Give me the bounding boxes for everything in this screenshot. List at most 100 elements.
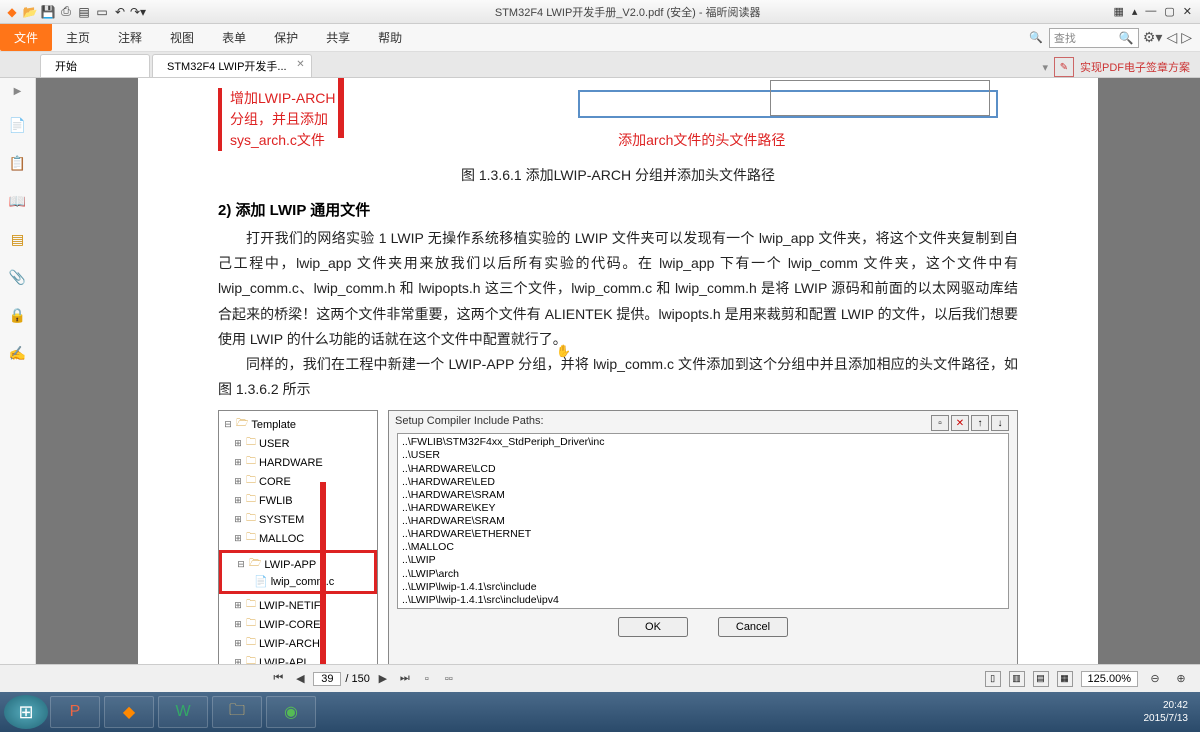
- include-path[interactable]: ..\LWIP: [402, 554, 1004, 567]
- include-path[interactable]: ..\MALLOC: [402, 541, 1004, 554]
- ok-button[interactable]: OK: [618, 617, 688, 637]
- cancel-button[interactable]: Cancel: [718, 617, 788, 637]
- nav-next-icon[interactable]: ▷: [1181, 29, 1192, 46]
- expand-icon[interactable]: ▶: [14, 86, 22, 97]
- include-path[interactable]: ..\HARDWARE\LED: [402, 476, 1004, 489]
- print-icon[interactable]: ⎙: [58, 4, 74, 20]
- tree-item[interactable]: ⊞🗀SYSTEM: [221, 510, 375, 529]
- open-icon[interactable]: 📂: [22, 4, 38, 20]
- tree-item[interactable]: ⊞🗀CORE: [221, 472, 375, 491]
- tab-document[interactable]: STM32F4 LWIP开发手...✕: [152, 54, 312, 77]
- signature-link[interactable]: 实现PDF电子签章方案: [1080, 59, 1190, 75]
- attach-tool-icon[interactable]: 📎: [8, 267, 28, 287]
- view-mode-2-icon[interactable]: ▫▫: [440, 670, 458, 688]
- move-up-icon[interactable]: ↑: [971, 415, 989, 431]
- minimize-icon[interactable]: —: [1145, 5, 1156, 18]
- search-tool-icon[interactable]: 🔍: [1027, 29, 1045, 47]
- lock-tool-icon[interactable]: 🔒: [8, 305, 28, 325]
- dropdown-icon[interactable]: ▾: [1042, 61, 1048, 74]
- include-path[interactable]: ..\LWIP\arch: [402, 568, 1004, 581]
- include-path[interactable]: ..\HARDWARE\ETHERNET: [402, 528, 1004, 541]
- undo-icon[interactable]: ↶: [112, 4, 128, 20]
- view-mode-1-icon[interactable]: ▫: [418, 670, 436, 688]
- tray-time: 20:42: [1144, 699, 1189, 712]
- tree-item[interactable]: ⊞🗀HARDWARE: [221, 453, 375, 472]
- redo-icon[interactable]: ↷▾: [130, 4, 146, 20]
- prev-page-icon[interactable]: ◀: [291, 670, 309, 688]
- copy-tool-icon[interactable]: 📋: [8, 153, 28, 173]
- menu-help[interactable]: 帮助: [364, 29, 416, 46]
- close-icon[interactable]: ✕: [1183, 5, 1192, 18]
- layout-3-icon[interactable]: ▤: [1033, 671, 1049, 687]
- doc-icon[interactable]: ▤: [76, 4, 92, 20]
- include-path[interactable]: ..\USER: [402, 449, 1004, 462]
- file-menu[interactable]: 文件: [0, 24, 52, 51]
- task-explorer[interactable]: 🗀: [212, 696, 262, 728]
- tree-item[interactable]: ⊞🗀LWIP-API: [221, 653, 375, 664]
- tree-item[interactable]: ⊞🗀LWIP-CORE: [221, 615, 375, 634]
- task-foxit[interactable]: ◆: [104, 696, 154, 728]
- include-path[interactable]: ..\LWIP\lwip-1.4.1\src\include\ipv4: [402, 594, 1004, 607]
- red-marker: [338, 78, 344, 138]
- grid-icon[interactable]: ▦: [1113, 5, 1123, 18]
- search-input[interactable]: 查找 🔍: [1049, 28, 1139, 48]
- tree-item[interactable]: ⊞🗀FWLIB: [221, 491, 375, 510]
- save-icon[interactable]: 💾: [40, 4, 56, 20]
- zoom-in-icon[interactable]: ⊕: [1172, 670, 1190, 688]
- ribbon-toggle-icon[interactable]: ▴: [1132, 5, 1138, 18]
- zoom-out-icon[interactable]: ⊖: [1146, 670, 1164, 688]
- settings-icon[interactable]: ⚙▾: [1143, 29, 1163, 46]
- nav-prev-icon[interactable]: ◁: [1166, 29, 1177, 46]
- tree-item[interactable]: ⊞🗀MALLOC: [221, 529, 375, 548]
- menu-share[interactable]: 共享: [312, 29, 364, 46]
- layout-1-icon[interactable]: ▯: [985, 671, 1001, 687]
- include-path[interactable]: ..\HARDWARE\LCD: [402, 463, 1004, 476]
- tree-lwip-app[interactable]: ⊟🗁LWIP-APP: [224, 555, 372, 574]
- tree-file[interactable]: 📄lwip_comm.c: [224, 574, 372, 589]
- include-list[interactable]: ..\FWLIB\STM32F4xx_StdPeriph_Driver\inc.…: [397, 433, 1009, 609]
- menu-protect[interactable]: 保护: [260, 29, 312, 46]
- tree-root[interactable]: ⊟🗁Template: [221, 415, 375, 434]
- start-button[interactable]: ⊞: [4, 695, 48, 729]
- menu-home[interactable]: 主页: [52, 29, 104, 46]
- tree-label: LWIP-APP: [264, 559, 316, 571]
- search-icon[interactable]: 🔍: [1119, 31, 1134, 45]
- include-path[interactable]: ..\HARDWARE\SRAM: [402, 489, 1004, 502]
- page-viewport[interactable]: 增加LWIP-ARCH 分组，并且添加 sys_arch.c文件 添加arch文…: [36, 78, 1200, 664]
- tab-close-icon[interactable]: ✕: [296, 59, 304, 70]
- book-tool-icon[interactable]: 📖: [8, 191, 28, 211]
- next-page-icon[interactable]: ▶: [374, 670, 392, 688]
- list-tool-icon[interactable]: ▤: [8, 229, 28, 249]
- system-tray[interactable]: 20:42 2015/7/13: [1136, 699, 1197, 725]
- new-path-icon[interactable]: ▫: [931, 415, 949, 431]
- last-page-icon[interactable]: ⏭: [396, 670, 414, 688]
- menu-comment[interactable]: 注释: [104, 29, 156, 46]
- search-placeholder: 查找: [1054, 30, 1076, 46]
- move-down-icon[interactable]: ↓: [991, 415, 1009, 431]
- delete-path-icon[interactable]: ✕: [951, 415, 969, 431]
- layout-4-icon[interactable]: ▦: [1057, 671, 1073, 687]
- page-number-input[interactable]: [313, 672, 341, 686]
- task-app[interactable]: ◉: [266, 696, 316, 728]
- first-page-icon[interactable]: ⏮: [269, 670, 287, 688]
- sign-tool-icon[interactable]: ✍: [8, 343, 28, 363]
- include-path[interactable]: ..\FWLIB\STM32F4xx_StdPeriph_Driver\inc: [402, 436, 1004, 449]
- include-path[interactable]: ..\HARDWARE\SRAM: [402, 515, 1004, 528]
- menu-form[interactable]: 表单: [208, 29, 260, 46]
- maximize-icon[interactable]: ▢: [1164, 5, 1174, 18]
- page-tool-icon[interactable]: 📄: [8, 115, 28, 135]
- task-wps[interactable]: W: [158, 696, 208, 728]
- task-powerpoint[interactable]: P: [50, 696, 100, 728]
- signature-icon[interactable]: ✎: [1054, 57, 1074, 77]
- include-path[interactable]: ..\HARDWARE\KEY: [402, 502, 1004, 515]
- tree-item[interactable]: ⊞🗀LWIP-ARCH: [221, 634, 375, 653]
- tab-start[interactable]: 开始: [40, 54, 150, 77]
- tree-item[interactable]: ⊞🗀USER: [221, 434, 375, 453]
- window-title: STM32F4 LWIP开发手册_V2.0.pdf (安全) - 福昕阅读器: [150, 4, 1105, 20]
- menu-view[interactable]: 视图: [156, 29, 208, 46]
- layout-2-icon[interactable]: ▥: [1009, 671, 1025, 687]
- zoom-level[interactable]: 125.00%: [1081, 671, 1138, 687]
- page-icon[interactable]: ▭: [94, 4, 110, 20]
- include-path[interactable]: ..\LWIP\lwip-1.4.1\src\include: [402, 581, 1004, 594]
- tree-item[interactable]: ⊞🗀LWIP-NETIF: [221, 596, 375, 615]
